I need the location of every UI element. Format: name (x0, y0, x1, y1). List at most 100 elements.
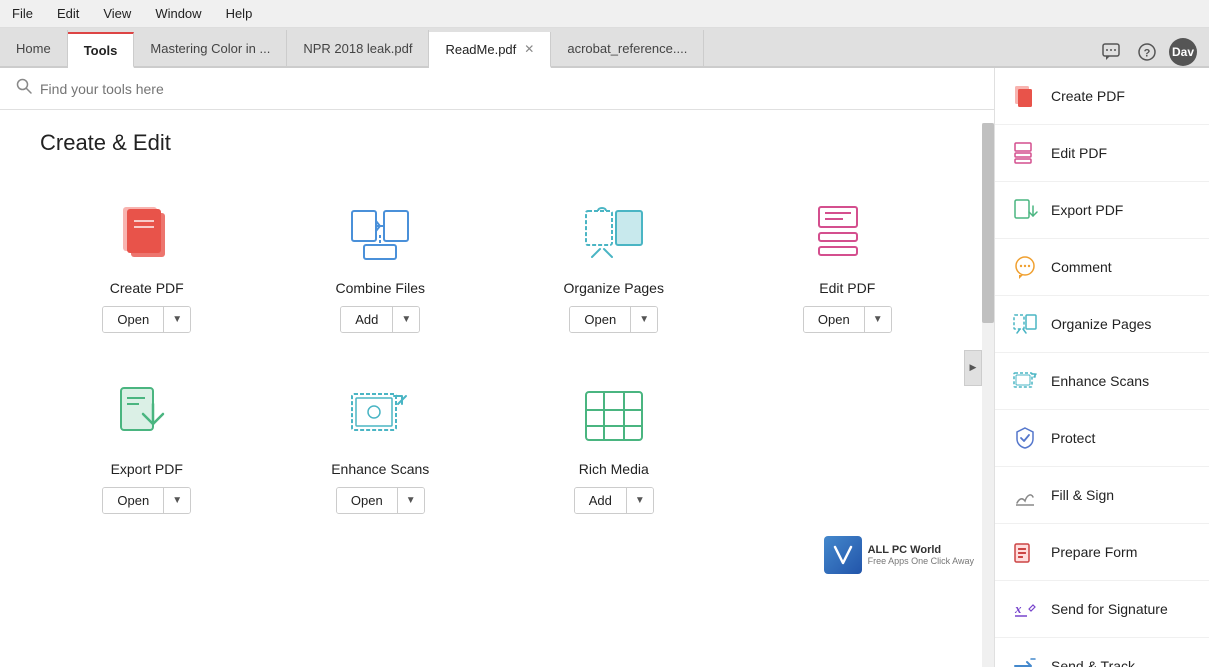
main-layout: Create & Edit Create PDF (0, 68, 1209, 667)
sidebar-item-create-pdf[interactable]: Create PDF (995, 68, 1209, 125)
export-pdf-icon (107, 381, 187, 451)
tab-icons-area: ? Dav (1085, 38, 1209, 66)
prepare-form-sidebar-icon (1011, 538, 1039, 566)
search-input[interactable] (40, 81, 978, 97)
tool-card-enhance-scans: Enhance Scans Open ▼ (274, 361, 488, 524)
tab-mastering-label: Mastering Color in ... (150, 41, 270, 56)
combine-files-name: Combine Files (336, 280, 425, 296)
tab-acrobat[interactable]: acrobat_reference.... (551, 30, 704, 66)
edit-pdf-open-btn[interactable]: Open (804, 307, 865, 332)
scrollbar-thumb[interactable] (982, 123, 994, 323)
send-signature-sidebar-icon: x (1011, 595, 1039, 623)
tool-card-combine-files: Combine Files Add ▼ (274, 180, 488, 343)
menu-bar: File Edit View Window Help (0, 0, 1209, 28)
sidebar-item-send-track[interactable]: Send & Track (995, 638, 1209, 667)
export-pdf-sidebar-icon (1011, 196, 1039, 224)
sidebar-item-send-signature[interactable]: x Send for Signature (995, 581, 1209, 638)
tools-grid-row2: Export PDF Open ▼ (40, 361, 954, 524)
fill-sign-sidebar-icon (1011, 481, 1039, 509)
menu-help[interactable]: Help (222, 4, 257, 23)
sidebar-item-edit-pdf[interactable]: Edit PDF (995, 125, 1209, 182)
export-pdf-open-btn[interactable]: Open (103, 488, 164, 513)
search-bar (0, 68, 994, 110)
organize-pages-open-btn[interactable]: Open (570, 307, 631, 332)
help-icon-button[interactable]: ? (1133, 38, 1161, 66)
scrollbar-track[interactable] (982, 123, 994, 667)
tab-acrobat-label: acrobat_reference.... (567, 41, 687, 56)
tab-readme-close[interactable]: ✕ (524, 42, 534, 56)
combine-files-add-btn[interactable]: Add (341, 307, 393, 332)
content-area: Create & Edit Create PDF (0, 68, 994, 667)
sidebar-edit-pdf-label: Edit PDF (1051, 145, 1107, 161)
rich-media-add-btn[interactable]: Add (575, 488, 627, 513)
watermark-line2: Free Apps One Click Away (868, 556, 974, 566)
tab-npr-label: NPR 2018 leak.pdf (303, 41, 412, 56)
enhance-scans-open-btn[interactable]: Open (337, 488, 398, 513)
collapse-panel-button[interactable]: ▶ (964, 350, 982, 386)
sidebar-comment-label: Comment (1051, 259, 1112, 275)
create-pdf-btn-group: Open ▼ (102, 306, 191, 333)
create-pdf-arrow-btn[interactable]: ▼ (164, 307, 190, 332)
sidebar-item-fill-sign[interactable]: Fill & Sign (995, 467, 1209, 524)
organize-pages-arrow-btn[interactable]: ▼ (631, 307, 657, 332)
send-track-sidebar-icon (1011, 652, 1039, 667)
sidebar-item-comment[interactable]: Comment (995, 239, 1209, 296)
protect-sidebar-icon (1011, 424, 1039, 452)
tool-card-empty: ALL PC World Free Apps One Click Away (741, 361, 955, 524)
tab-readme-label: ReadMe.pdf (445, 42, 516, 57)
tab-npr[interactable]: NPR 2018 leak.pdf (287, 30, 429, 66)
sidebar-item-organize-pages[interactable]: Organize Pages (995, 296, 1209, 353)
export-pdf-arrow-btn[interactable]: ▼ (164, 488, 190, 513)
user-avatar[interactable]: Dav (1169, 38, 1197, 66)
sidebar-send-track-label: Send & Track (1051, 658, 1135, 667)
sidebar-send-signature-label: Send for Signature (1051, 601, 1168, 617)
create-pdf-open-btn[interactable]: Open (103, 307, 164, 332)
sidebar-item-enhance-scans[interactable]: Enhance Scans (995, 353, 1209, 410)
menu-file[interactable]: File (8, 4, 37, 23)
edit-pdf-icon (807, 200, 887, 270)
tab-readme[interactable]: ReadMe.pdf ✕ (429, 32, 551, 68)
tab-tools[interactable]: Tools (68, 32, 135, 68)
tools-grid-row1: Create PDF Open ▼ (40, 180, 954, 343)
enhance-scans-btn-group: Open ▼ (336, 487, 425, 514)
export-pdf-name: Export PDF (111, 461, 183, 477)
organize-pages-icon (574, 200, 654, 270)
organize-pages-sidebar-icon (1011, 310, 1039, 338)
tab-home[interactable]: Home (0, 30, 68, 66)
edit-pdf-sidebar-icon (1011, 139, 1039, 167)
combine-files-icon (340, 200, 420, 270)
svg-text:?: ? (1144, 48, 1151, 60)
menu-edit[interactable]: Edit (53, 4, 83, 23)
sidebar-enhance-scans-label: Enhance Scans (1051, 373, 1149, 389)
sidebar-item-prepare-form[interactable]: Prepare Form (995, 524, 1209, 581)
rich-media-arrow-btn[interactable]: ▼ (627, 488, 653, 513)
enhance-scans-arrow-btn[interactable]: ▼ (398, 488, 424, 513)
rich-media-icon (574, 381, 654, 451)
sidebar-organize-pages-label: Organize Pages (1051, 316, 1151, 332)
edit-pdf-btn-group: Open ▼ (803, 306, 892, 333)
tab-bar: Home Tools Mastering Color in ... NPR 20… (0, 28, 1209, 68)
edit-pdf-arrow-btn[interactable]: ▼ (865, 307, 891, 332)
tab-tools-label: Tools (84, 43, 118, 58)
tab-mastering[interactable]: Mastering Color in ... (134, 30, 287, 66)
edit-pdf-name: Edit PDF (819, 280, 875, 296)
chat-icon-button[interactable] (1097, 38, 1125, 66)
tool-card-edit-pdf: Edit PDF Open ▼ (741, 180, 955, 343)
menu-view[interactable]: View (99, 4, 135, 23)
watermark-line1: ALL PC World (868, 544, 974, 556)
organize-pages-btn-group: Open ▼ (569, 306, 658, 333)
combine-files-btn-group: Add ▼ (340, 306, 420, 333)
sidebar-item-protect[interactable]: Protect (995, 410, 1209, 467)
create-pdf-icon (107, 200, 187, 270)
organize-pages-name: Organize Pages (564, 280, 664, 296)
export-pdf-btn-group: Open ▼ (102, 487, 191, 514)
combine-files-arrow-btn[interactable]: ▼ (393, 307, 419, 332)
menu-window[interactable]: Window (151, 4, 205, 23)
sidebar-create-pdf-label: Create PDF (1051, 88, 1125, 104)
enhance-scans-name: Enhance Scans (331, 461, 429, 477)
sidebar-item-export-pdf[interactable]: Export PDF (995, 182, 1209, 239)
sidebar-protect-label: Protect (1051, 430, 1095, 446)
create-pdf-name: Create PDF (110, 280, 184, 296)
watermark: ALL PC World Free Apps One Click Away (824, 536, 974, 574)
comment-sidebar-icon (1011, 253, 1039, 281)
